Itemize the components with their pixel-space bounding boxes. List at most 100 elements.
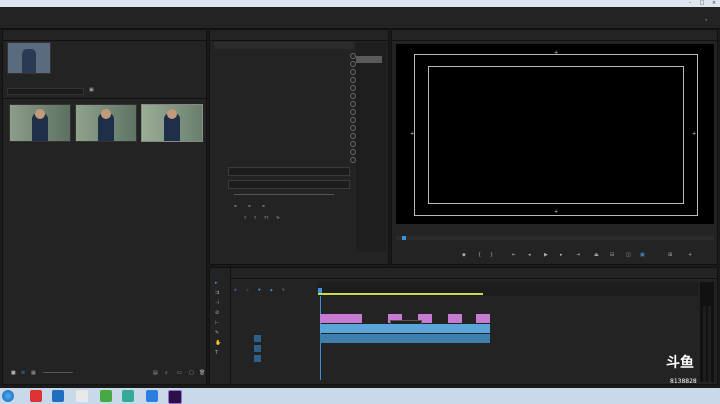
premiere-taskbar-icon[interactable]	[168, 390, 182, 404]
clip-selector[interactable]	[214, 42, 354, 49]
safe-margins-icon[interactable]: ▣	[640, 252, 645, 258]
monitor-timeline-bar[interactable]	[396, 236, 714, 240]
add-marker-icon[interactable]: ▼	[258, 288, 261, 292]
handle-icon[interactable]: +	[554, 209, 558, 215]
slip-tool-icon[interactable]: ⊢	[215, 320, 219, 326]
timeline-playhead[interactable]	[318, 288, 322, 293]
taskbar-app-icon[interactable]	[30, 390, 42, 402]
clip-thumbnail-3[interactable]	[141, 104, 203, 142]
step-forward-icon[interactable]: ▸	[560, 252, 563, 258]
graphic-clip[interactable]	[320, 314, 362, 323]
project-search-input[interactable]	[7, 88, 84, 95]
pen-tool-icon[interactable]: ✎	[215, 330, 219, 336]
source-text-field[interactable]	[228, 167, 350, 176]
windows-taskbar	[0, 388, 720, 404]
marker-icon[interactable]: ◆	[462, 252, 466, 258]
new-bin-icon[interactable]: ▣	[89, 87, 94, 93]
button-editor-icon[interactable]: +	[688, 252, 692, 258]
font-size-slider[interactable]	[234, 194, 334, 195]
effect-row	[214, 100, 356, 107]
list-view-icon[interactable]: ≡	[21, 370, 25, 376]
menubar	[0, 7, 720, 15]
lift-icon[interactable]: ⏏	[594, 252, 599, 258]
lock-icon[interactable]: ■	[11, 370, 16, 376]
graphic-clip[interactable]	[476, 314, 490, 323]
graphic-clip[interactable]	[448, 314, 462, 323]
wrench-icon[interactable]: ✎	[282, 288, 285, 292]
new-bin-button[interactable]: ▭	[177, 370, 182, 376]
source-patch[interactable]	[254, 345, 261, 352]
snap-icon[interactable]: ⊕	[234, 288, 237, 292]
work-area-bar[interactable]	[318, 293, 483, 295]
track-headers	[240, 304, 316, 384]
ripple-edit-tool-icon[interactable]: ⊣	[215, 300, 219, 306]
hand-tool-icon[interactable]: ✋	[215, 340, 221, 346]
step-back-icon[interactable]: ◂	[528, 252, 531, 258]
go-to-out-icon[interactable]: ⇥	[576, 252, 580, 258]
selection-tool-icon[interactable]: ▸	[215, 280, 218, 286]
export-frame-icon[interactable]: ◫	[626, 252, 631, 258]
zoom-slider[interactable]	[43, 372, 73, 373]
effect-row	[214, 92, 356, 99]
source-patch[interactable]	[254, 355, 261, 362]
clear-icon[interactable]: 🗑	[199, 370, 205, 376]
all-caps-button[interactable]: TT	[264, 216, 268, 220]
align-left-button[interactable]: ≡	[234, 204, 237, 208]
effect-rows: ≡ ≡ ≡ T T TT Tt	[214, 52, 356, 227]
handle-icon[interactable]: +	[410, 131, 414, 137]
time-ruler[interactable]	[318, 282, 698, 296]
start-button[interactable]	[2, 390, 14, 402]
razor-tool-icon[interactable]: ⊘	[215, 310, 219, 316]
handle-icon[interactable]: +	[554, 50, 558, 56]
taskbar-app-icon[interactable]	[52, 390, 64, 402]
maximize-button[interactable]: □	[696, 0, 708, 7]
automate-icon[interactable]: ▤	[153, 370, 158, 376]
effect-controls-panel: ≡ ≡ ≡ T T TT Tt	[209, 29, 389, 265]
small-caps-button[interactable]: Tt	[276, 216, 280, 220]
taskbar-app-icon[interactable]	[146, 390, 158, 402]
playhead-handle[interactable]	[402, 236, 406, 240]
timeline-header	[210, 268, 717, 279]
effect-row	[214, 116, 356, 123]
faux-bold-button[interactable]: T	[244, 216, 246, 220]
new-item-button[interactable]: ▢	[189, 370, 194, 376]
mark-in-icon[interactable]: {	[478, 252, 481, 258]
track-header-v3	[240, 304, 316, 313]
overflow-icon[interactable]: »	[705, 17, 707, 22]
taskbar-app-icon[interactable]	[122, 390, 134, 402]
clip-thumbnail-2[interactable]	[75, 104, 137, 142]
linked-selection-icon[interactable]: ⊂	[246, 288, 249, 292]
clip-thumbnail-1[interactable]	[9, 104, 71, 142]
audio-clip[interactable]	[320, 334, 490, 343]
text-style-buttons: T T TT Tt	[234, 216, 344, 222]
play-icon[interactable]: ▶	[544, 252, 548, 258]
minimize-button[interactable]: –	[684, 0, 696, 7]
track-header-v2	[240, 314, 316, 323]
comparison-view-icon[interactable]: ⊞	[668, 252, 672, 258]
mark-out-icon[interactable]: }	[490, 252, 493, 258]
video-clip[interactable]	[320, 324, 490, 333]
track-select-tool-icon[interactable]: ⇉	[215, 290, 219, 296]
font-select[interactable]	[228, 180, 350, 189]
icon-view-icon[interactable]: ▦	[31, 370, 36, 376]
faux-italic-button[interactable]: T	[254, 216, 256, 220]
project-panel: ▣ ■ ≡ ▦ ▤ ⌕ ▭ ▢ 🗑	[2, 29, 208, 385]
taskbar-app-icon[interactable]	[100, 390, 112, 402]
go-to-in-icon[interactable]: ⇤	[512, 252, 516, 258]
extract-icon[interactable]: ⊟	[610, 252, 614, 258]
close-button[interactable]: ×	[708, 0, 720, 7]
project-panel-header	[3, 30, 206, 41]
ec-mini-timeline	[356, 42, 386, 252]
align-center-button[interactable]: ≡	[248, 204, 251, 208]
source-patch[interactable]	[254, 335, 261, 342]
preview-thumbnail	[7, 42, 51, 74]
timeline-settings-icon[interactable]: ◆	[270, 288, 273, 292]
type-tool-icon[interactable]: T	[215, 350, 218, 356]
tools-panel: ▸ ⇉ ⊣ ⊘ ⊢ ✎ ✋ T	[209, 267, 231, 385]
program-monitor-panel: + + + + ◆ { } ⇤ ◂ ▶ ▸ ⇥ ⏏ ⊟ ◫ ▣ ⊞ +	[391, 29, 718, 265]
effect-row	[214, 132, 356, 139]
taskbar-app-icon[interactable]	[76, 390, 88, 402]
find-icon[interactable]: ⌕	[165, 370, 168, 376]
align-right-button[interactable]: ≡	[262, 204, 265, 208]
handle-icon[interactable]: +	[692, 131, 696, 137]
